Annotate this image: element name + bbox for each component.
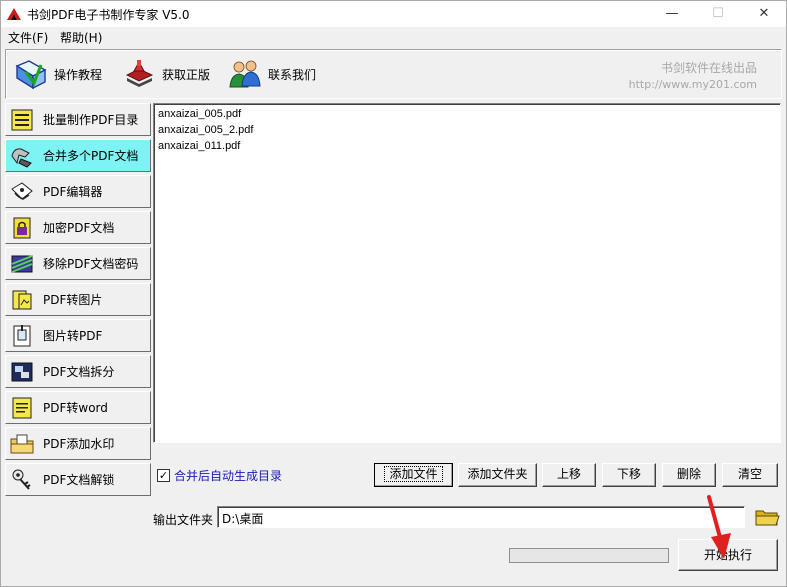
contact-people-icon	[229, 60, 261, 88]
buy-license-button[interactable]: 获取正版	[122, 56, 210, 92]
output-folder-label: 输出文件夹	[153, 513, 214, 527]
sidebar-item-unlock[interactable]: PDF文档解锁	[5, 463, 151, 496]
add-file-button[interactable]: 添加文件	[374, 463, 453, 487]
auto-toc-option[interactable]: ✓ 合并后自动生成目录	[157, 467, 282, 484]
list-item[interactable]: anxaizai_005.pdf	[158, 106, 780, 122]
start-button[interactable]: 开始执行	[678, 539, 778, 571]
contact-us-button[interactable]: 联系我们	[228, 56, 316, 92]
move-down-button[interactable]: 下移	[602, 463, 656, 487]
toolbar: 操作教程 获取正版 联系我们 书剑软件在线出品 http://www.my201…	[5, 49, 782, 99]
sidebar-item-label: PDF转图片	[43, 293, 103, 307]
minimize-button[interactable]: —	[649, 1, 695, 27]
tutorial-button[interactable]: 操作教程	[14, 56, 102, 92]
app-window: 书剑PDF电子书制作专家 V5.0 — ☐ ✕ 文件(F) 帮助(H) 操作教程	[0, 0, 787, 587]
sidebar-item-image-to-pdf[interactable]: 图片转PDF	[5, 319, 151, 352]
pdf-file-list[interactable]: anxaizai_005.pdf anxaizai_005_2.pdf anxa…	[153, 103, 781, 443]
toc-list-icon	[11, 109, 33, 130]
sidebar-item-label: PDF文档解锁	[43, 473, 115, 487]
buy-license-label: 获取正版	[162, 67, 211, 82]
auto-toc-checkbox[interactable]: ✓	[157, 469, 170, 482]
sidebar-item-label: PDF文档拆分	[43, 365, 115, 379]
sidebar-item-editor[interactable]: PDF编辑器	[5, 175, 151, 208]
window-title: 书剑PDF电子书制作专家 V5.0	[27, 8, 190, 22]
sidebar-item-encrypt[interactable]: 加密PDF文档	[5, 211, 151, 244]
app-logo-icon	[7, 8, 21, 20]
sidebar-item-label: PDF添加水印	[43, 437, 115, 451]
clear-button[interactable]: 清空	[722, 463, 778, 487]
contact-us-label: 联系我们	[268, 67, 317, 82]
browse-folder-icon[interactable]	[753, 505, 781, 529]
menu-bar: 文件(F) 帮助(H)	[1, 27, 786, 47]
unlock-keys-icon	[12, 469, 31, 490]
image-to-pdf-icon	[13, 324, 31, 346]
close-button[interactable]: ✕	[741, 1, 787, 27]
add-folder-button[interactable]: 添加文件夹	[458, 463, 537, 487]
add-file-label: 添加文件	[384, 466, 443, 482]
title-bar[interactable]: 书剑PDF电子书制作专家 V5.0 — ☐ ✕	[1, 1, 786, 27]
sidebar-item-pdf-to-word[interactable]: PDF转word	[5, 391, 151, 424]
sidebar-item-label: 加密PDF文档	[43, 221, 115, 235]
encrypt-lock-icon	[13, 217, 31, 238]
tutorial-icon	[15, 60, 47, 90]
sidebar-item-label: PDF编辑器	[43, 185, 103, 199]
sidebar-item-label: 移除PDF文档密码	[43, 257, 139, 271]
maximize-button[interactable]: ☐	[695, 1, 741, 27]
tutorial-label: 操作教程	[54, 67, 103, 82]
list-item[interactable]: anxaizai_011.pdf	[158, 138, 780, 154]
menu-file[interactable]: 文件(F)	[8, 29, 48, 46]
sidebar-item-remove-password[interactable]: 移除PDF文档密码	[5, 247, 151, 280]
sidebar-item-label: 批量制作PDF目录	[43, 113, 139, 127]
auto-toc-label[interactable]: 合并后自动生成目录	[174, 467, 282, 484]
buy-license-icon	[125, 60, 154, 87]
brand-info: 书剑软件在线出品 http://www.my201.com	[629, 59, 757, 91]
sidebar-item-pdf-to-image[interactable]: PDF转图片	[5, 283, 151, 316]
brand-url: http://www.my201.com	[628, 78, 757, 91]
function-sidebar: 批量制作PDF目录 合并多个PDF文档 PDF编辑器 加密PDF文档 移除PDF…	[5, 103, 151, 497]
move-up-button[interactable]: 上移	[542, 463, 596, 487]
menu-help[interactable]: 帮助(H)	[60, 29, 102, 46]
pdf-to-image-icon	[12, 290, 32, 309]
split-document-icon	[11, 362, 33, 381]
merge-tool-icon	[11, 147, 32, 168]
sidebar-item-split[interactable]: PDF文档拆分	[5, 355, 151, 388]
brand-name: 书剑软件在线出品	[660, 61, 757, 75]
progress-bar	[509, 548, 669, 563]
remove-password-icon	[11, 254, 33, 273]
sidebar-item-batch-toc[interactable]: 批量制作PDF目录	[5, 103, 151, 136]
delete-button[interactable]: 删除	[662, 463, 716, 487]
output-folder-field[interactable]: D:\桌面	[217, 506, 745, 528]
sidebar-item-label: PDF转word	[43, 401, 108, 415]
sidebar-item-watermark[interactable]: PDF添加水印	[5, 427, 151, 460]
watermark-folder-icon	[10, 434, 34, 453]
pdf-to-word-icon	[12, 397, 32, 418]
editor-hand-icon	[11, 181, 33, 200]
list-item[interactable]: anxaizai_005_2.pdf	[158, 122, 780, 138]
sidebar-item-label: 图片转PDF	[43, 329, 103, 343]
sidebar-item-merge[interactable]: 合并多个PDF文档	[5, 139, 151, 172]
sidebar-item-label: 合并多个PDF文档	[43, 149, 139, 163]
